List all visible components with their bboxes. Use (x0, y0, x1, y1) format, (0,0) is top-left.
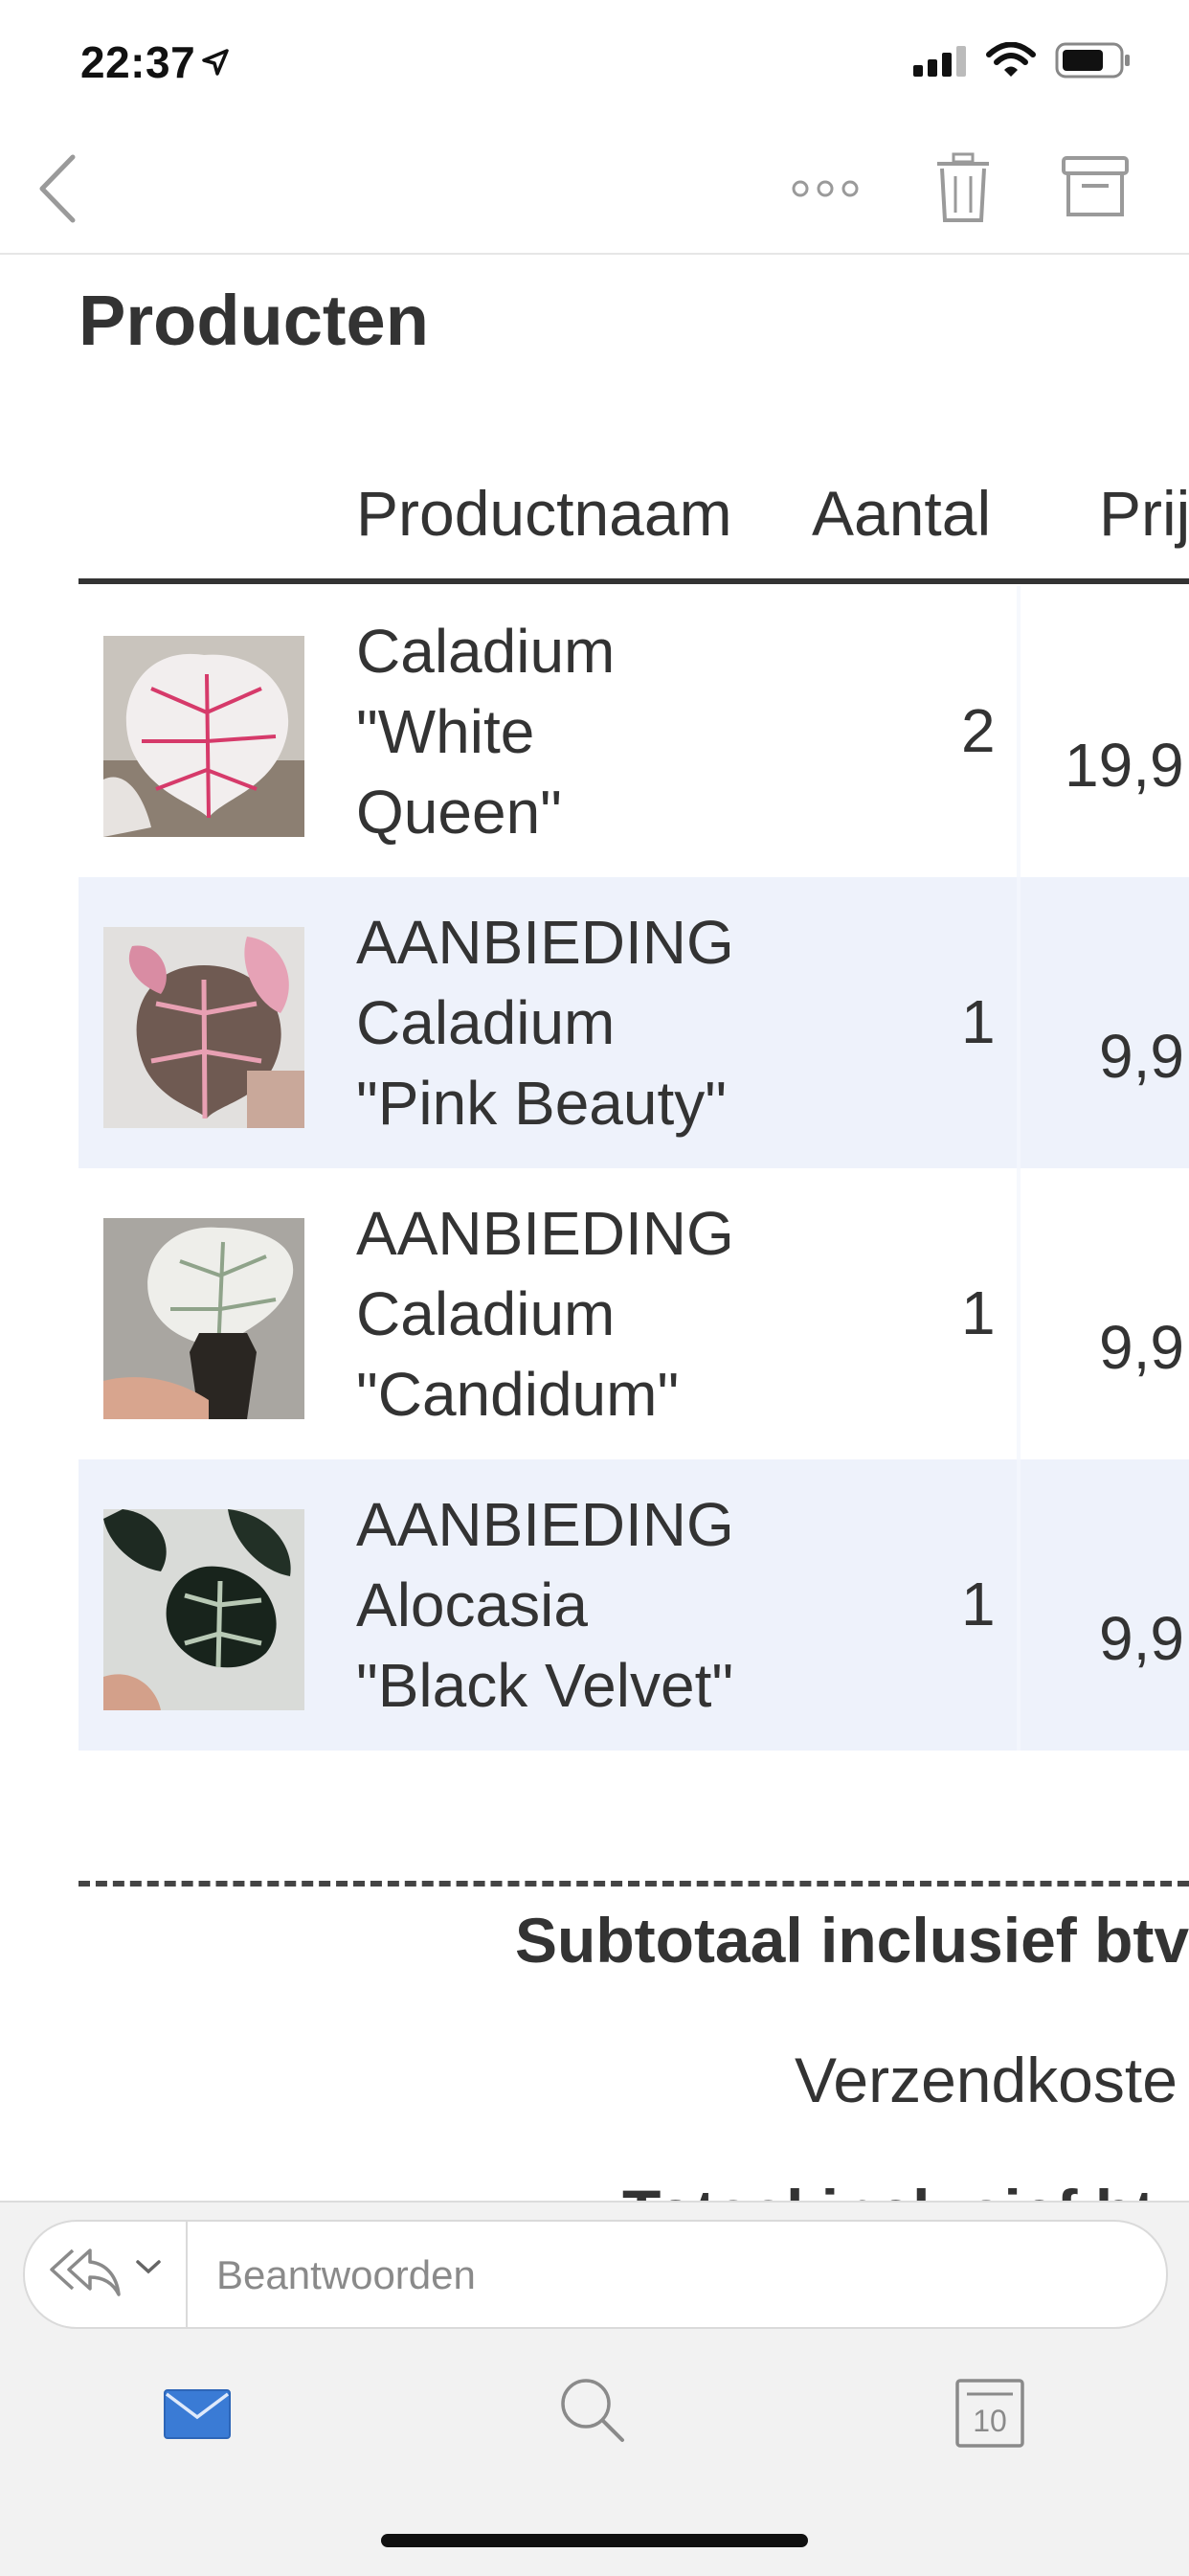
column-header-quantity: Aantal (812, 478, 992, 549)
product-name: Caladium "White Queen" (356, 617, 616, 847)
archive-button[interactable] (1061, 155, 1130, 223)
product-name: AANBIEDING Alocasia "Black Velvet" (356, 1490, 734, 1720)
subtotal-label: Subtotaal inclusief btv (515, 1905, 1189, 1976)
summary-divider (79, 1881, 1189, 1887)
tab-mail[interactable] (163, 2388, 232, 2445)
product-name: AANBIEDING Caladium "Pink Beauty" (356, 908, 734, 1138)
tab-search[interactable] (559, 2377, 626, 2449)
product-price: 9,9 (1099, 1022, 1184, 1091)
column-header-price: Prij (1099, 478, 1189, 549)
table-row: AANBIEDING Caladium "Candidum" 1 9,9 (79, 1168, 1189, 1459)
product-price: 9,9 (1099, 1313, 1184, 1382)
chevron-down-icon[interactable] (134, 2258, 163, 2282)
more-button[interactable] (791, 174, 860, 208)
delete-button[interactable] (934, 151, 992, 229)
table-row: AANBIEDING Caladium "Pink Beauty" 1 9,9 (79, 877, 1189, 1168)
product-name: AANBIEDING Caladium "Candidum" (356, 1199, 734, 1429)
status-time: 22:37 (80, 36, 230, 88)
product-price: 19,9 (1065, 731, 1184, 800)
home-indicator (381, 2534, 808, 2547)
column-divider (1017, 586, 1021, 877)
column-divider (1017, 1459, 1021, 1751)
product-image (103, 1218, 304, 1419)
column-divider (1017, 877, 1021, 1168)
reply-all-icon[interactable] (46, 2243, 123, 2305)
product-image (103, 636, 304, 837)
column-divider (1017, 1168, 1021, 1459)
battery-icon (1055, 42, 1132, 83)
total-label: Totaal inclusief btv (622, 2170, 1189, 2201)
location-arrow-icon (201, 48, 230, 84)
column-header-name: Productnaam (356, 478, 732, 549)
product-quantity: 2 (961, 696, 996, 765)
status-icons (913, 41, 1132, 83)
archive-icon (1061, 156, 1130, 222)
product-price: 9,9 (1099, 1604, 1184, 1673)
table-row: Caladium "White Queen" 2 19,9 (79, 586, 1189, 877)
wifi-icon (986, 41, 1036, 83)
tab-calendar[interactable]: 10 (955, 2379, 1024, 2448)
mail-icon (163, 2389, 232, 2444)
section-title: Producten (79, 281, 429, 360)
back-button[interactable] (34, 153, 82, 229)
cellular-signal-icon (913, 44, 967, 81)
calendar-day: 10 (973, 2404, 1007, 2438)
more-dots-icon (791, 180, 860, 207)
reply-divider (186, 2222, 188, 2327)
reply-field[interactable] (23, 2220, 1168, 2329)
product-image (103, 1509, 304, 1710)
search-icon (559, 2379, 626, 2448)
product-quantity: 1 (961, 1570, 996, 1638)
navigation-bar (0, 144, 1189, 255)
total-label-text: Totaal inclusief btv (622, 2176, 1189, 2201)
reply-placeholder: Beantwoorden (216, 2252, 476, 2297)
product-quantity: 1 (961, 1278, 996, 1347)
calendar-icon: 10 (955, 2379, 1024, 2448)
product-quantity: 1 (961, 987, 996, 1056)
table-header-divider (79, 578, 1189, 584)
table-row: AANBIEDING Alocasia "Black Velvet" 1 9,9 (79, 1459, 1189, 1751)
trash-icon (934, 152, 992, 228)
shipping-label: Verzendkoste (795, 2045, 1178, 2115)
product-image (103, 927, 304, 1128)
